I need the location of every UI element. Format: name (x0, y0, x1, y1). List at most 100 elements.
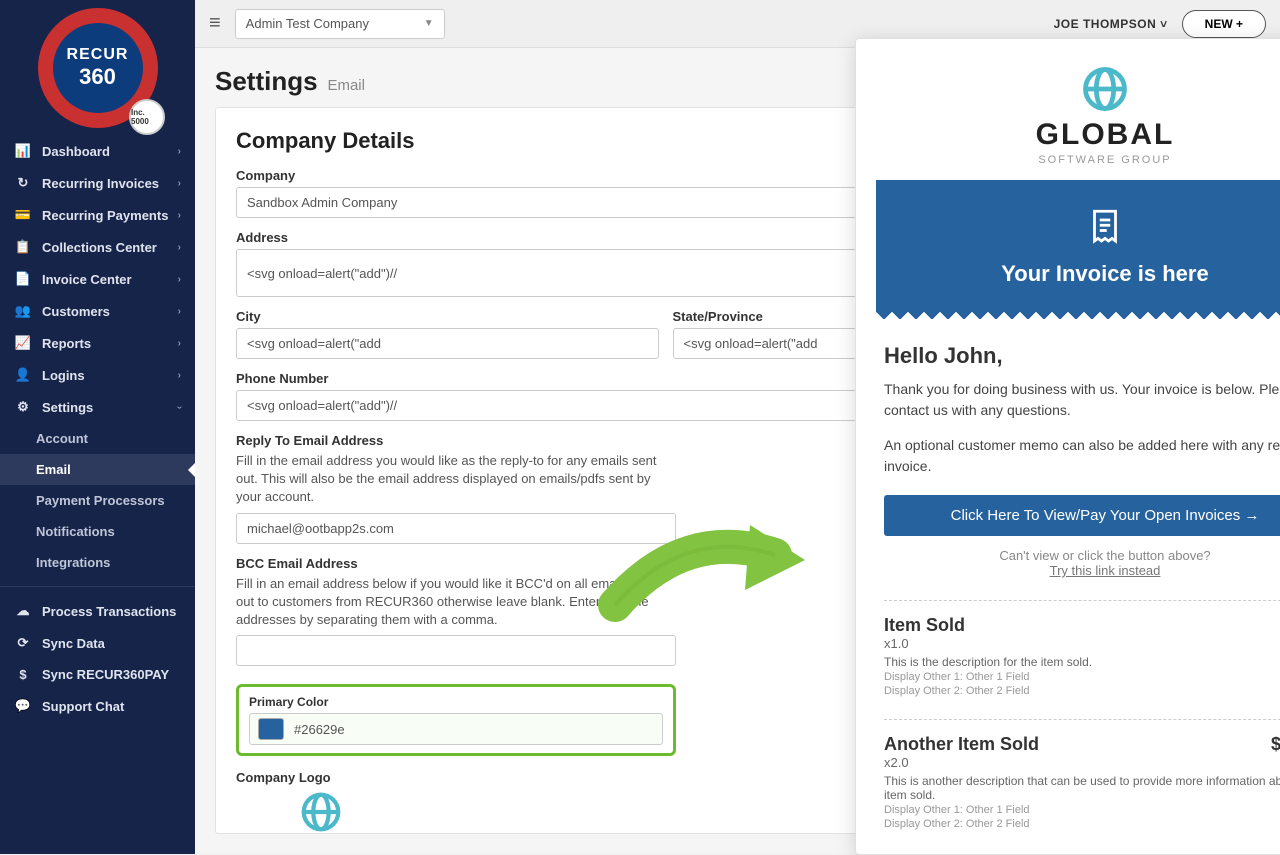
sidebar-item-reports[interactable]: 📈 Reports › (0, 327, 195, 359)
primary-color-highlight: Primary Color #26629e (236, 684, 676, 756)
primary-color-label: Primary Color (249, 695, 663, 709)
sidebar-item-sync-data[interactable]: ⟳ Sync Data (0, 627, 195, 659)
nav-icon: ↻ (14, 175, 32, 191)
chevron-right-icon: › (178, 370, 181, 381)
item-price: $20.00 (1271, 734, 1280, 755)
sidebar-subitem-account[interactable]: Account (0, 423, 195, 454)
logo-preview: GLOBAL SOFTWARE GROUP (236, 789, 406, 834)
sidebar-item-support-chat[interactable]: 💬 Support Chat (0, 690, 195, 722)
item-other1: Display Other 1: Other 1 Field (884, 671, 1280, 683)
sidebar-item-process-transactions[interactable]: ☁Process Transactions (0, 595, 195, 627)
sidebar-item-recurring-payments[interactable]: 💳 Recurring Payments › (0, 199, 195, 231)
nav-label: Recurring Invoices (42, 176, 159, 191)
sidebar-item-collections-center[interactable]: 📋 Collections Center › (0, 231, 195, 263)
sidebar-subitem-email[interactable]: Email (0, 454, 195, 485)
chevron-right-icon: › (174, 405, 185, 408)
sidebar-subitem-payment-processors[interactable]: Payment Processors (0, 485, 195, 516)
page-title: Settings (215, 66, 318, 96)
nav-label: Logins (42, 368, 85, 383)
chevron-right-icon: › (178, 210, 181, 221)
item-other1: Display Other 1: Other 1 Field (884, 804, 1280, 816)
globe-icon (1079, 63, 1131, 115)
nav-label: Sync Data (42, 636, 105, 651)
nav-label: Recurring Payments (42, 208, 168, 223)
item-desc: This is another description that can be … (884, 774, 1280, 802)
preview-tag: SOFTWARE GROUP (856, 154, 1280, 166)
app-logo: RECUR 360 Inc. 5000 (0, 0, 195, 135)
city-label: City (236, 309, 659, 324)
nav-icon: 📄 (14, 271, 32, 287)
preview-banner: Your Invoice is here (876, 180, 1280, 307)
caret-down-icon: ▼ (424, 18, 434, 29)
item-name: Item Sold (884, 615, 965, 636)
nav-label: Collections Center (42, 240, 157, 255)
nav-label: Invoice Center (42, 272, 132, 287)
sidebar-item-recurring-invoices[interactable]: ↻ Recurring Invoices › (0, 167, 195, 199)
nav-label: Settings (42, 400, 93, 415)
current-user[interactable]: JOE THOMPSON ˅ (1054, 17, 1168, 31)
color-swatch (258, 718, 284, 740)
primary-color-input[interactable]: #26629e (249, 713, 663, 745)
nav-label: Customers (42, 304, 110, 319)
line-item: Another Item Sold $20.00 x2.0 This is ano… (884, 734, 1280, 830)
reply-help: Fill in the email address you would like… (236, 452, 676, 507)
nav-label: Support Chat (42, 699, 124, 714)
sidebar-subitem-notifications[interactable]: Notifications (0, 516, 195, 547)
nav-label: Reports (42, 336, 91, 351)
preview-memo: An optional customer memo can also be ad… (884, 435, 1280, 477)
preview-greeting: Hello John, (884, 343, 1280, 369)
inc5000-badge: Inc. 5000 (129, 99, 165, 135)
chevron-right-icon: › (178, 338, 181, 349)
color-hex: #26629e (294, 722, 345, 737)
company-selector[interactable]: Admin Test Company ▼ (235, 9, 445, 39)
preview-link-note: Can't view or click the button above? Tr… (884, 548, 1280, 578)
chevron-right-icon: › (178, 306, 181, 317)
page-subtitle: Email (327, 77, 365, 94)
sidebar-item-logins[interactable]: 👤 Logins › (0, 359, 195, 391)
nav-icon: ⟳ (14, 635, 32, 651)
globe-icon (298, 789, 344, 834)
preview-cta-button[interactable]: Click Here To View/Pay Your Open Invoice… (884, 495, 1280, 536)
item-other2: Display Other 2: Other 2 Field (884, 685, 1280, 697)
receipt-icon (1084, 206, 1126, 248)
nav-label: Dashboard (42, 144, 110, 159)
sidebar-item-sync-recur360pay[interactable]: $ Sync RECUR360PAY (0, 659, 195, 690)
sidebar: RECUR 360 Inc. 5000 📊 Dashboard › ↻ Recurrin… (0, 0, 195, 854)
item-name: Another Item Sold (884, 734, 1039, 755)
nav-icon: 👥 (14, 303, 32, 319)
nav-icon: ☁ (14, 603, 32, 619)
sidebar-subitem-integrations[interactable]: Integrations (0, 547, 195, 578)
chevron-right-icon: › (178, 274, 181, 285)
nav-icon: $ (14, 667, 32, 682)
nav-label: Sync RECUR360PAY (42, 667, 169, 682)
company-selector-value: Admin Test Company (246, 16, 369, 31)
item-desc: This is the description for the item sol… (884, 655, 1280, 669)
bcc-input[interactable] (236, 635, 676, 666)
nav-icon: 📊 (14, 143, 32, 159)
nav-icon: 📋 (14, 239, 32, 255)
reply-input[interactable] (236, 513, 676, 544)
nav-icon: 📈 (14, 335, 32, 351)
sidebar-item-settings[interactable]: ⚙ Settings › (0, 391, 195, 423)
item-qty: x2.0 (884, 755, 1280, 770)
bcc-help: Fill in an email address below if you wo… (236, 575, 676, 630)
menu-icon[interactable]: ≡ (209, 12, 221, 35)
chevron-right-icon: › (178, 178, 181, 189)
nav-icon: 💬 (14, 698, 32, 714)
city-input[interactable] (236, 328, 659, 359)
new-button[interactable]: NEW + (1182, 10, 1266, 38)
email-preview: GLOBAL SOFTWARE GROUP Your Invoice is he… (855, 38, 1280, 855)
preview-brand: GLOBAL (856, 118, 1280, 152)
line-item: Item Sold$5.00 x1.0 This is the descript… (884, 615, 1280, 720)
chevron-right-icon: › (178, 146, 181, 157)
sidebar-item-dashboard[interactable]: 📊 Dashboard › (0, 135, 195, 167)
chevron-right-icon: › (178, 242, 181, 253)
nav-icon: ⚙ (14, 399, 32, 415)
nav-icon: 👤 (14, 367, 32, 383)
sidebar-item-customers[interactable]: 👥 Customers › (0, 295, 195, 327)
item-other2: Display Other 2: Other 2 Field (884, 818, 1280, 830)
preview-fallback-link[interactable]: Try this link instead (1050, 563, 1161, 578)
item-qty: x1.0 (884, 636, 1280, 651)
nav-icon: 💳 (14, 207, 32, 223)
sidebar-item-invoice-center[interactable]: 📄 Invoice Center › (0, 263, 195, 295)
